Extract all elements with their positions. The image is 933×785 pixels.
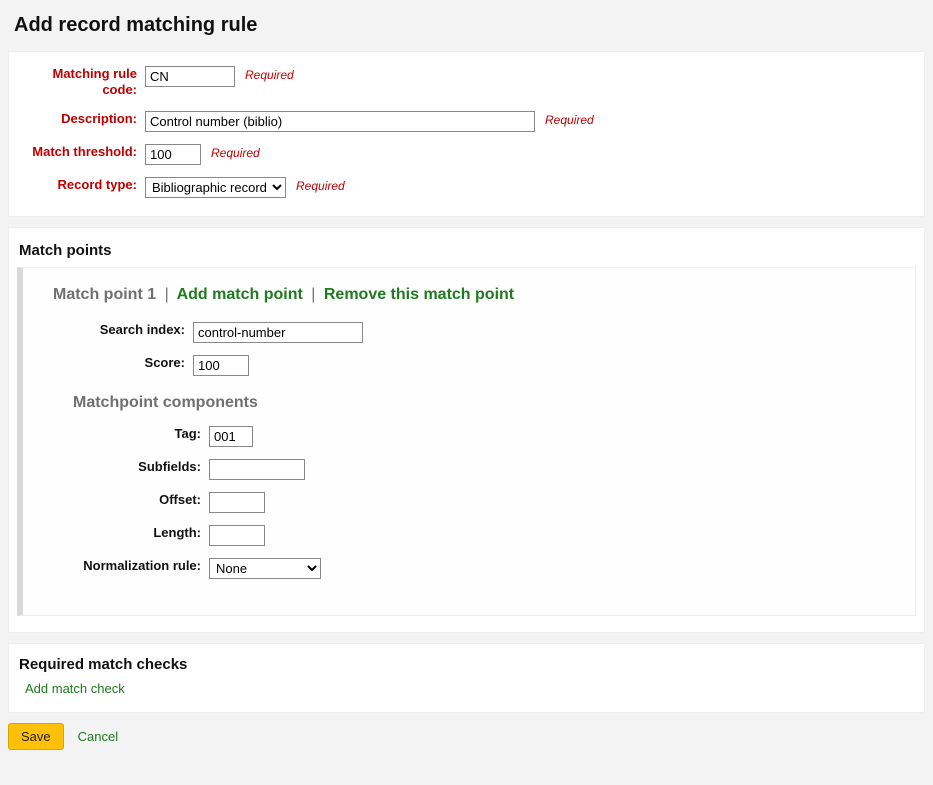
label-tag: Tag: [53, 426, 209, 442]
required-hint: Required [211, 144, 260, 160]
form-actions: Save Cancel [8, 723, 925, 750]
label-subfields: Subfields: [53, 459, 209, 475]
match-point-title: Match point 1 [53, 286, 156, 303]
input-description[interactable] [145, 111, 535, 132]
input-threshold[interactable] [145, 144, 201, 165]
label-code: Matching rule code: [27, 66, 145, 99]
input-code[interactable] [145, 66, 235, 87]
label-record-type: Record type: [27, 177, 145, 193]
remove-match-point-link[interactable]: Remove this match point [324, 286, 514, 303]
label-normalization: Normalization rule: [53, 558, 209, 574]
input-subfields[interactable] [209, 459, 305, 480]
add-match-point-link[interactable]: Add match point [177, 286, 303, 303]
match-checks-panel: Required match checks Add match check [8, 643, 925, 713]
label-description: Description: [27, 111, 145, 127]
match-points-heading: Match points [19, 242, 916, 259]
required-hint: Required [245, 66, 294, 82]
field-row-normalization: Normalization rule: None [53, 558, 891, 579]
field-row-tag: Tag: [53, 426, 891, 447]
match-points-panel: Match points Match point 1 | Add match p… [8, 227, 925, 633]
match-point-box: Match point 1 | Add match point | Remove… [17, 267, 916, 616]
select-normalization[interactable]: None [209, 558, 321, 579]
field-row-score: Score: [53, 355, 891, 376]
field-row-record-type: Record type: Bibliographic record Requir… [27, 177, 906, 198]
match-point-title-line: Match point 1 | Add match point | Remove… [53, 286, 891, 304]
input-score[interactable] [193, 355, 249, 376]
add-match-check-link[interactable]: Add match check [25, 681, 125, 696]
matching-rule-fieldset: Matching rule code: Required Description… [8, 51, 925, 217]
cancel-link[interactable]: Cancel [78, 729, 118, 744]
label-length: Length: [53, 525, 209, 541]
required-hint: Required [296, 177, 345, 193]
page-title: Add record matching rule [14, 14, 925, 37]
match-point-fields: Search index: Score: [53, 322, 891, 376]
label-threshold: Match threshold: [27, 144, 145, 160]
field-row-subfields: Subfields: [53, 459, 891, 480]
input-search-index[interactable] [193, 322, 363, 343]
label-score: Score: [53, 355, 193, 371]
match-checks-heading: Required match checks [19, 656, 914, 673]
select-record-type[interactable]: Bibliographic record [145, 177, 286, 198]
save-button[interactable]: Save [8, 723, 64, 750]
field-row-threshold: Match threshold: Required [27, 144, 906, 165]
field-row-offset: Offset: [53, 492, 891, 513]
field-row-code: Matching rule code: Required [27, 66, 906, 99]
required-hint: Required [545, 111, 594, 127]
field-row-description: Description: Required [27, 111, 906, 132]
matchpoint-components-heading: Matchpoint components [73, 394, 891, 412]
input-tag[interactable] [209, 426, 253, 447]
field-row-search-index: Search index: [53, 322, 891, 343]
matchpoint-components-fields: Tag: Subfields: Offset: Length: Normaliz… [53, 426, 891, 579]
label-search-index: Search index: [53, 322, 193, 338]
input-length[interactable] [209, 525, 265, 546]
label-offset: Offset: [53, 492, 209, 508]
input-offset[interactable] [209, 492, 265, 513]
field-row-length: Length: [53, 525, 891, 546]
